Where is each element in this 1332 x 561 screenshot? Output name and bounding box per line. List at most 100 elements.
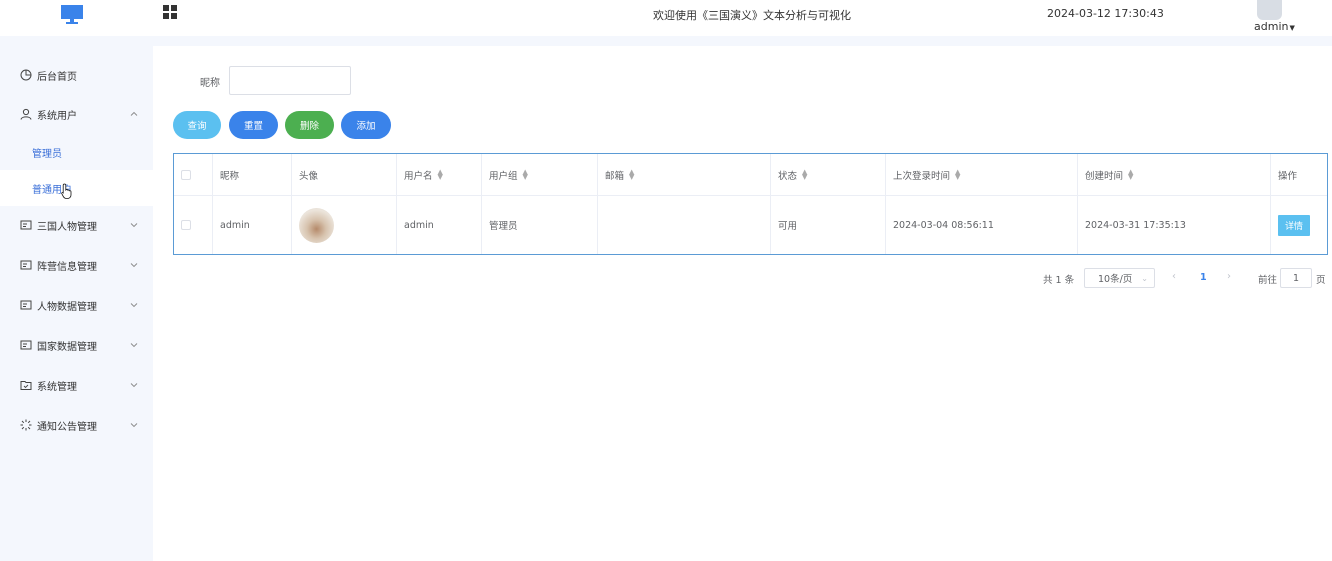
header-last-login[interactable]: 上次登录时间 ▲ ▼ bbox=[886, 154, 1078, 195]
sidebar-item-country-data[interactable]: 国家数据管理 bbox=[0, 326, 153, 364]
caret-down-icon: ▼ bbox=[1289, 24, 1295, 32]
sidebar-item-system-admin[interactable]: 系统管理 bbox=[0, 366, 153, 404]
user-avatar[interactable] bbox=[1257, 0, 1282, 20]
hand-cursor-icon bbox=[61, 183, 72, 199]
chevron-down-icon bbox=[130, 343, 138, 348]
folder-check-icon bbox=[20, 379, 32, 391]
sort-icon[interactable]: ▲ ▼ bbox=[438, 168, 443, 180]
header-select-cell bbox=[174, 154, 213, 195]
sidebar-item-label: 三国人物管理 bbox=[37, 221, 97, 233]
content-top-gap bbox=[153, 36, 1332, 46]
user-icon bbox=[20, 108, 32, 120]
sidebar-item-dashboard[interactable]: 后台首页 bbox=[0, 56, 153, 94]
sidebar-item-notices[interactable]: 通知公告管理 bbox=[0, 406, 153, 444]
sidebar-subitem-admin[interactable]: 管理员 bbox=[0, 134, 153, 170]
header-username[interactable]: 用户名 ▲ ▼ bbox=[397, 154, 482, 195]
cell-user-group: 管理员 bbox=[482, 196, 598, 254]
top-header: 欢迎使用《三国演义》文本分析与可视化 2024-03-12 17:30:43 a… bbox=[0, 0, 1332, 36]
column-label: 用户名 bbox=[404, 170, 433, 182]
page-size-value: 10条/页 bbox=[1098, 274, 1133, 285]
goto-page-input[interactable]: 1 bbox=[1280, 268, 1312, 288]
sidebar-item-label: 系统管理 bbox=[37, 381, 77, 393]
sidebar-subitem-normal-user[interactable]: 普通用户 bbox=[0, 170, 153, 206]
column-label: 用户组 bbox=[489, 170, 518, 182]
page-number[interactable]: 1 bbox=[1200, 272, 1207, 283]
chevron-up-icon bbox=[130, 111, 138, 116]
cell-status: 可用 bbox=[771, 196, 886, 254]
loading-star-icon bbox=[20, 419, 32, 431]
nickname-search-input[interactable] bbox=[229, 66, 351, 95]
header-actions: 操作 bbox=[1271, 154, 1327, 195]
prev-page-icon[interactable]: ‹ bbox=[1172, 271, 1176, 282]
column-label: 头像 bbox=[299, 170, 319, 182]
sidebar-item-label: 通知公告管理 bbox=[37, 421, 97, 433]
column-label: 上次登录时间 bbox=[893, 170, 951, 182]
column-label: 状态 bbox=[778, 170, 798, 182]
chevron-down-icon bbox=[130, 223, 138, 228]
header-avatar: 头像 bbox=[292, 154, 397, 195]
user-menu[interactable]: admin▼ bbox=[1254, 20, 1295, 33]
sort-icon[interactable]: ▲ ▼ bbox=[523, 168, 528, 180]
clock-pie-icon bbox=[20, 69, 32, 81]
sidebar-item-label: 阵营信息管理 bbox=[37, 261, 97, 273]
card-icon bbox=[20, 219, 32, 231]
next-page-icon[interactable]: › bbox=[1227, 271, 1231, 282]
goto-label: 前往 bbox=[1258, 275, 1278, 286]
sidebar-item-label: 后台首页 bbox=[37, 71, 77, 83]
cell-email bbox=[598, 196, 771, 254]
chevron-down-icon bbox=[130, 303, 138, 308]
sort-icon[interactable]: ▲ ▼ bbox=[802, 168, 807, 180]
query-button[interactable]: 查询 bbox=[173, 111, 221, 139]
pager-total: 共 1 条 bbox=[1043, 275, 1075, 286]
header-status[interactable]: 状态 ▲ ▼ bbox=[771, 154, 886, 195]
header-user-group[interactable]: 用户组 ▲ ▼ bbox=[482, 154, 598, 195]
sidebar-item-label: 系统用户 bbox=[37, 110, 77, 122]
table-row: admin admin 管理员 可用 2024-03-04 08:56:11 2… bbox=[174, 196, 1327, 254]
card-icon bbox=[20, 339, 32, 351]
card-icon bbox=[20, 259, 32, 271]
header-datetime: 2024-03-12 17:30:43 bbox=[1047, 7, 1164, 20]
header-nickname: 昵称 bbox=[213, 154, 292, 195]
cell-nickname: admin bbox=[213, 196, 292, 254]
sidebar-subitem-label: 管理员 bbox=[32, 148, 62, 160]
cell-actions: 详情 bbox=[1271, 196, 1327, 254]
sidebar-item-characters[interactable]: 三国人物管理 bbox=[0, 206, 153, 244]
page-title: 欢迎使用《三国演义》文本分析与可视化 bbox=[653, 9, 851, 22]
chevron-down-icon bbox=[130, 263, 138, 268]
cell-created: 2024-03-31 17:35:13 bbox=[1078, 196, 1271, 254]
sidebar-item-character-data[interactable]: 人物数据管理 bbox=[0, 286, 153, 324]
detail-button[interactable]: 详情 bbox=[1278, 214, 1310, 236]
cell-last-login: 2024-03-04 08:56:11 bbox=[886, 196, 1078, 254]
sidebar-item-label: 人物数据管理 bbox=[37, 301, 97, 313]
users-table: 昵称 头像 用户名 ▲ ▼ 用户组 ▲ ▼ 邮箱 ▲ ▼ 状态 ▲ ▼ 上次登录时间 ▲ ▼ 创建时… bbox=[173, 153, 1328, 255]
sort-icon[interactable]: ▲ ▼ bbox=[629, 168, 634, 180]
column-label: 创建时间 bbox=[1085, 170, 1124, 182]
column-label: 邮箱 bbox=[605, 170, 625, 182]
header-created[interactable]: 创建时间 ▲ ▼ bbox=[1078, 154, 1271, 195]
row-checkbox[interactable] bbox=[181, 220, 191, 230]
sidebar-item-system-users[interactable]: 系统用户 bbox=[0, 95, 153, 133]
nickname-label: 昵称 bbox=[200, 78, 220, 89]
chevron-down-icon bbox=[130, 423, 138, 428]
sidebar-item-label: 国家数据管理 bbox=[37, 341, 97, 353]
sort-icon[interactable]: ▲ ▼ bbox=[955, 168, 960, 180]
cell-username: admin bbox=[397, 196, 482, 254]
grid-menu-icon[interactable] bbox=[163, 5, 178, 20]
delete-button[interactable]: 删除 bbox=[285, 111, 334, 139]
page-suffix: 页 bbox=[1316, 275, 1326, 286]
sidebar-item-factions[interactable]: 阵营信息管理 bbox=[0, 246, 153, 284]
reset-button[interactable]: 重置 bbox=[229, 111, 278, 139]
chevron-down-icon bbox=[130, 383, 138, 388]
column-label: 昵称 bbox=[220, 170, 240, 182]
row-select-cell bbox=[174, 196, 213, 254]
add-button[interactable]: 添加 bbox=[341, 111, 391, 139]
user-name-label: admin bbox=[1254, 20, 1289, 33]
column-label: 操作 bbox=[1278, 170, 1298, 182]
monitor-logo-icon bbox=[61, 5, 83, 24]
page-size-select[interactable]: 10条/页 ⌄ bbox=[1084, 268, 1155, 288]
avatar bbox=[299, 207, 334, 243]
header-email[interactable]: 邮箱 ▲ ▼ bbox=[598, 154, 771, 195]
table-header-row: 昵称 头像 用户名 ▲ ▼ 用户组 ▲ ▼ 邮箱 ▲ ▼ 状态 ▲ ▼ 上次登录时间 ▲ ▼ 创建时… bbox=[174, 154, 1327, 196]
sort-icon[interactable]: ▲ ▼ bbox=[1128, 168, 1133, 180]
select-all-checkbox[interactable] bbox=[181, 169, 191, 180]
